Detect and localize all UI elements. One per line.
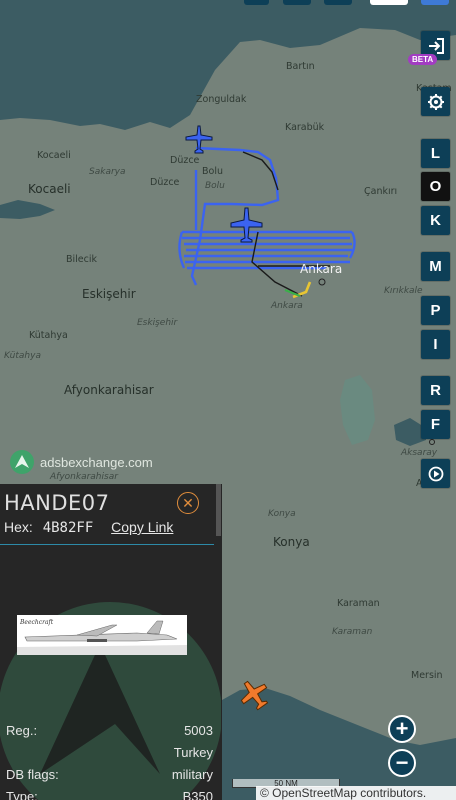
top-toolbar-button[interactable] bbox=[324, 0, 352, 5]
zoom-in-button[interactable]: + bbox=[388, 715, 416, 743]
layer-button-r[interactable]: R bbox=[421, 376, 450, 405]
divider bbox=[0, 544, 214, 545]
layer-button-f[interactable]: F bbox=[421, 410, 450, 439]
place-label: Konya bbox=[273, 535, 310, 549]
place-label: Karaman bbox=[337, 598, 380, 609]
place-label: Bolu bbox=[202, 166, 223, 177]
place-label: Kütahya bbox=[4, 351, 41, 361]
place-label: Bartın bbox=[286, 61, 315, 72]
adsbexchange-logo-icon bbox=[10, 450, 34, 474]
place-label: Düzce bbox=[170, 155, 200, 166]
hex-label: Hex: bbox=[4, 519, 33, 535]
aircraft-callsign: HANDE07 bbox=[4, 491, 110, 515]
panel-scrollbar[interactable] bbox=[216, 484, 221, 536]
layer-button-k[interactable]: K bbox=[421, 206, 450, 235]
place-label: Kocaeli bbox=[37, 150, 71, 161]
layer-button-i[interactable]: I bbox=[421, 330, 450, 359]
close-panel-button[interactable]: ✕ bbox=[177, 492, 199, 514]
replay-icon bbox=[428, 466, 443, 481]
replay-button[interactable] bbox=[421, 459, 450, 488]
settings-button[interactable] bbox=[421, 87, 450, 116]
aircraft-photo-image: Beechcraft bbox=[17, 615, 187, 655]
adsbexchange-watermark: adsbexchange.com bbox=[9, 449, 153, 475]
svg-text:Beechcraft: Beechcraft bbox=[19, 619, 54, 626]
place-label: Afyonkarahisar bbox=[64, 383, 154, 397]
top-toolbar-button[interactable] bbox=[370, 0, 408, 5]
row-key: Reg.: bbox=[6, 723, 38, 738]
row-value: military bbox=[171, 767, 213, 782]
place-label: Bilecik bbox=[66, 254, 98, 265]
hex-row: Hex: 4B82FF Copy Link bbox=[4, 519, 173, 536]
place-label: Bolu bbox=[205, 181, 225, 191]
layer-button-o[interactable]: O bbox=[421, 172, 450, 201]
place-label: Kırıkkale bbox=[384, 286, 423, 296]
row-value: 5003 bbox=[184, 723, 213, 738]
aircraft-info-panel: HANDE07 ✕ Hex: 4B82FF Copy Link Beechcra… bbox=[0, 484, 221, 800]
layer-button-p[interactable]: P bbox=[421, 296, 450, 325]
beta-badge: BETA bbox=[408, 54, 438, 65]
place-label: Kocaeli bbox=[28, 182, 71, 196]
map-attribution[interactable]: © OpenStreetMap contributors. bbox=[256, 786, 456, 800]
top-toolbar-button[interactable] bbox=[283, 0, 311, 5]
hex-value: 4B82FF bbox=[42, 520, 94, 536]
place-label: Aksaray bbox=[401, 448, 438, 458]
place-label: Ankara bbox=[271, 301, 303, 311]
row-key: Type: bbox=[6, 789, 38, 800]
login-icon bbox=[428, 37, 444, 54]
place-label: Düzce bbox=[150, 177, 180, 188]
place-label: Sakarya bbox=[89, 167, 126, 177]
place-label: Ankara bbox=[300, 262, 343, 276]
watermark-text: adsbexchange.com bbox=[40, 454, 153, 470]
place-label: Mersin bbox=[411, 670, 443, 681]
zoom-out-button[interactable]: − bbox=[388, 749, 416, 777]
place-label: Çankırı bbox=[364, 186, 398, 197]
place-label: Karaman bbox=[332, 627, 373, 637]
gear-icon bbox=[427, 93, 444, 110]
top-toolbar-button[interactable] bbox=[421, 0, 449, 5]
place-label: Eskişehir bbox=[82, 287, 136, 301]
place-label: Eskişehir bbox=[137, 318, 178, 328]
copy-link-button[interactable]: Copy Link bbox=[111, 519, 173, 535]
aircraft-photo[interactable]: Beechcraft bbox=[17, 615, 187, 655]
place-label: Karabük bbox=[285, 122, 325, 133]
place-label: Kütahya bbox=[29, 330, 68, 341]
row-value: Turkey bbox=[173, 745, 213, 760]
place-label: Zonguldak bbox=[196, 94, 247, 105]
row-key: DB flags: bbox=[6, 767, 59, 782]
layer-button-m[interactable]: M bbox=[421, 252, 450, 281]
top-toolbar-button[interactable] bbox=[244, 0, 269, 5]
place-label: Konya bbox=[268, 509, 296, 519]
close-icon: ✕ bbox=[182, 494, 194, 511]
layer-button-l[interactable]: L bbox=[421, 139, 450, 168]
row-value: B350 bbox=[182, 789, 213, 800]
